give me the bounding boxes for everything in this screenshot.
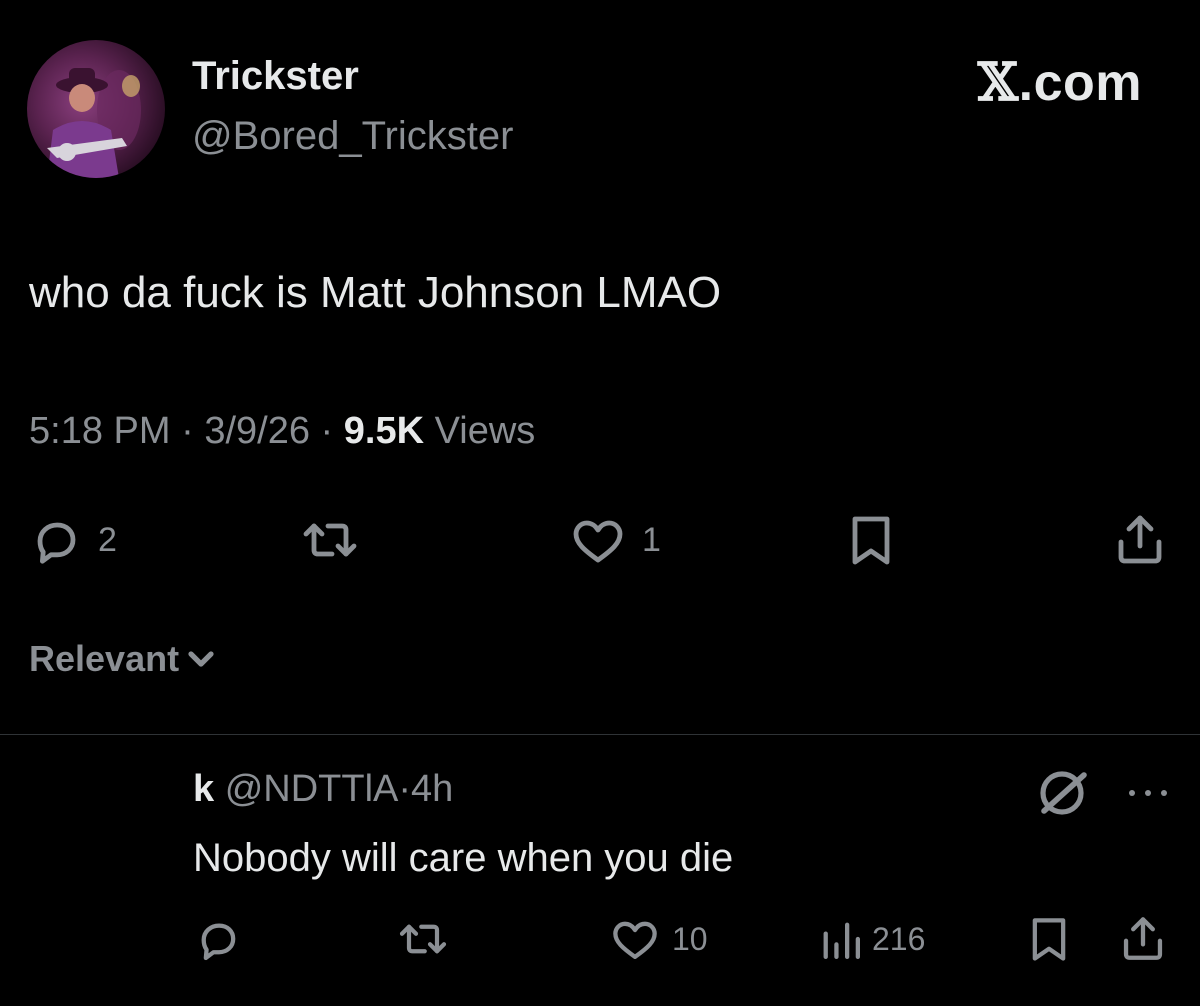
reply-views-count: 216 [872,920,926,957]
reply-sort-dropdown[interactable]: Relevant [29,638,215,680]
analytics-bars-icon [823,922,860,959]
share-button[interactable] [1112,500,1168,580]
like-button[interactable]: 1 [568,500,661,580]
more-dots-icon[interactable] [1126,786,1170,800]
reply-bookmark-button[interactable] [1026,904,1072,974]
tweet-views-label: Views [434,410,536,452]
share-icon [1118,515,1162,564]
sort-label: Relevant [29,638,180,679]
reply-author-name[interactable]: k [193,768,214,810]
author-name[interactable]: Trickster [192,54,359,99]
retweet-icon [399,924,447,954]
grok-icon[interactable] [1036,767,1092,819]
heart-icon [613,921,657,959]
brand-domain: .com [1018,54,1142,112]
tweet-views-count: 9.5K [343,410,425,452]
reply-age[interactable]: 4h [411,768,453,810]
reply-retweet-button[interactable] [395,904,461,974]
bookmark-icon [1032,918,1066,961]
reply-count: 2 [98,520,117,559]
reply-text: Nobody will care when you die [193,836,734,880]
meta-separator: · [181,410,194,452]
chevron-down-icon [188,651,214,667]
author-handle[interactable]: @Bored_Trickster [192,114,513,159]
tweet-meta: 5:18 PM · 3/9/26 · 9.5K Views [29,410,535,453]
avatar[interactable] [27,40,165,178]
reply-like-count: 10 [672,920,708,957]
retweet-icon [303,523,357,557]
x-com-watermark: 𝕏.com [978,52,1142,113]
reply-reply-button[interactable] [193,904,253,974]
reply-separator: · [398,768,412,810]
reply-bubble-icon [37,522,76,564]
reply-views-button[interactable]: 216 [818,904,925,974]
meta-separator: · [320,410,334,452]
reply-bubble-icon [201,923,236,961]
reply-action-bar: 10 216 [0,904,1200,974]
reply-like-button[interactable]: 10 [608,904,708,974]
share-icon [1123,917,1163,960]
reply-top-icons [1036,768,1170,818]
screenshot-page: Trickster @Bored_Trickster 𝕏.com who da … [0,0,1200,1006]
bookmark-button[interactable] [845,500,897,580]
x-logo-icon: 𝕏 [977,52,1019,113]
heart-icon [573,520,623,563]
reply-button[interactable]: 2 [28,500,117,580]
like-count: 1 [642,520,661,559]
reply-author-handle[interactable]: @NDTTlA [225,768,399,810]
divider [0,734,1200,735]
avatar-image [47,68,141,178]
tweet-text: who da fuck is Matt Johnson LMAO [29,268,722,317]
retweet-button[interactable] [298,500,376,580]
tweet-date[interactable]: 3/9/26 [204,410,310,452]
tweet-time[interactable]: 5:18 PM [29,410,171,452]
tweet-action-bar: 2 1 [0,500,1200,580]
reply-header: k @NDTTlA·4h [193,768,453,811]
reply-share-button[interactable] [1118,904,1168,974]
bookmark-icon [852,516,890,565]
